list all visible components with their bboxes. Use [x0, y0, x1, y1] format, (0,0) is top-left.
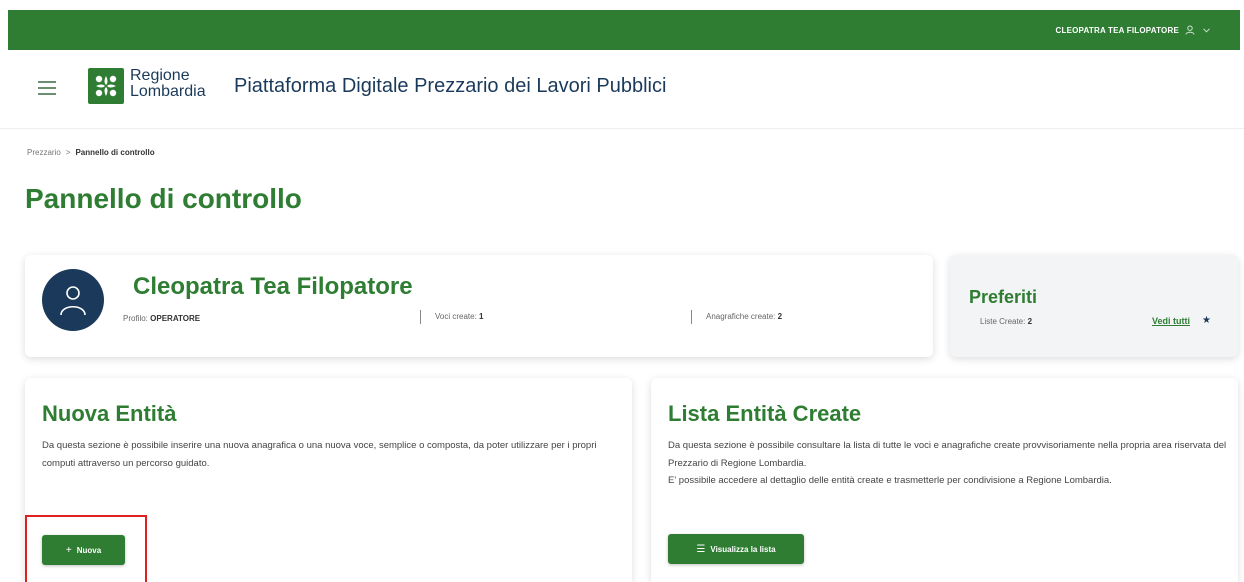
favorites-card: Preferiti Liste Create: 2 Vedi tutti ★ [950, 255, 1238, 357]
created-entities-title: Lista Entità Create [668, 401, 862, 426]
created-entities-card: Lista Entità Create Da questa sezione è … [651, 378, 1238, 582]
hamburger-menu-icon[interactable] [38, 81, 56, 95]
site-title: Piattaforma Digitale Prezzario dei Lavor… [234, 75, 667, 97]
favorites-lists-count: Liste Create: 2 [980, 317, 1033, 326]
user-menu-label[interactable]: CLEOPATRA TEA FILOPATORE [1056, 26, 1179, 35]
new-entity-title: Nuova Entità [42, 401, 177, 426]
breadcrumb-current: Pannello di controllo [75, 148, 155, 157]
brand-line-2: Lombardia [130, 83, 206, 100]
avatar [42, 269, 104, 331]
site-header: Regione Lombardia Piattaforma Digitale P… [0, 52, 1244, 129]
brand-name: Regione Lombardia [130, 68, 206, 100]
profile-role: Profilo: OPERATORE [123, 314, 201, 323]
user-name: Cleopatra Tea Filopatore [133, 273, 413, 300]
top-bar: CLEOPATRA TEA FILOPATORE [8, 10, 1240, 50]
favorites-title: Preferiti [969, 287, 1038, 307]
created-entities-description-1: Da questa sezione è possibile consultare… [668, 440, 1227, 469]
created-items-count: Voci create: 1 [420, 310, 484, 324]
created-registry-count: Anagrafiche create: 2 [691, 310, 782, 324]
new-entity-description: Da questa sezione è possibile inserire u… [42, 440, 597, 469]
regione-lombardia-logo[interactable] [88, 68, 124, 104]
created-entities-description-2: E' possibile accedere al dettaglio delle… [668, 475, 1112, 486]
user-icon[interactable] [1185, 25, 1195, 35]
created-entities-description: Da questa sezione è possibile consultare… [668, 437, 1228, 490]
brand-line-1: Regione [130, 67, 190, 84]
highlight-annotation-box [25, 515, 147, 582]
breadcrumb: Prezzario > Pannello di controllo [27, 148, 155, 157]
breadcrumb-item-prezzario[interactable]: Prezzario [27, 148, 61, 157]
star-icon: ★ [1202, 315, 1211, 326]
page-title: Pannello di controllo [25, 183, 302, 214]
chevron-down-icon[interactable] [1203, 27, 1210, 33]
breadcrumb-separator: > [65, 148, 71, 157]
list-icon: ☰ [696, 543, 706, 555]
view-list-button[interactable]: ☰ Visualizza la lista [668, 534, 804, 564]
profile-card: Cleopatra Tea Filopatore Profilo: OPERAT… [25, 255, 933, 357]
see-all-link[interactable]: Vedi tutti [1152, 316, 1190, 326]
view-list-button-label: Visualizza la lista [710, 544, 776, 554]
